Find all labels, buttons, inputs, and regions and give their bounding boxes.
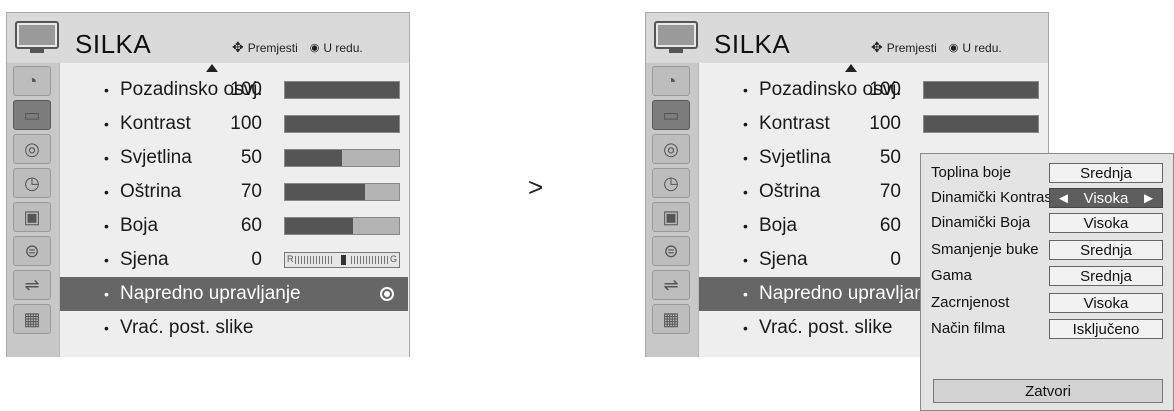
move-arrows-icon: ✥ [871, 39, 883, 55]
photo-icon[interactable]: ▦ [13, 304, 51, 334]
menu-item-picture-reset[interactable]: • Vrać. post. slike [60, 311, 408, 345]
input-icon[interactable]: ⇌ [13, 270, 51, 300]
option-icon[interactable]: ▣ [13, 202, 51, 232]
menu-item-backlight[interactable]: • Pozadinsko osvj. 100 [699, 73, 1047, 107]
option-value[interactable]: Visoka [1049, 213, 1163, 233]
popup-row-color-temperature[interactable]: Toplina boje Srednja [921, 160, 1174, 185]
lock-icon[interactable]: ⊜ [13, 236, 51, 266]
audio-icon[interactable]: ◎ [13, 134, 51, 164]
option-value[interactable]: Srednja [1049, 163, 1163, 183]
ok-icon: ◉ [309, 42, 320, 54]
sharpness-bar[interactable] [284, 183, 400, 201]
lock-icon[interactable]: ⊜ [652, 236, 690, 266]
popup-row-dynamic-contrast[interactable]: Dinamički Kontrast ◄ Visoka ► [921, 185, 1174, 210]
menu-item-color[interactable]: • Boja 60 [60, 209, 408, 243]
scroll-up-icon[interactable] [206, 64, 218, 72]
audio-icon[interactable]: ◎ [652, 134, 690, 164]
brightness-bar[interactable] [284, 149, 400, 167]
option-value-selector[interactable]: ◄ Visoka ► [1049, 188, 1163, 208]
satellite-icon[interactable]: ◔ [652, 66, 690, 96]
backlight-bar[interactable] [284, 81, 400, 99]
option-value[interactable]: Visoka [1049, 293, 1163, 313]
right-arrow-icon[interactable]: ► [1141, 190, 1156, 207]
step-arrow: > [528, 172, 544, 202]
color-bar[interactable] [284, 217, 400, 235]
category-sidebar: ◔ ▭ ◎ ◷ ▣ ⊜ ⇌ ▦ [7, 63, 59, 357]
picture-icon[interactable]: ▭ [652, 100, 690, 130]
option-value[interactable]: Srednja [1049, 240, 1163, 260]
option-value[interactable]: Isključeno [1049, 319, 1163, 339]
menu-title: SILKA [714, 29, 791, 59]
menu-item-advanced-control[interactable]: • Napredno upravljanje [60, 277, 408, 311]
clock-icon[interactable]: ◷ [652, 168, 690, 198]
popup-row-film-mode[interactable]: Način filma Isključeno [921, 316, 1174, 341]
menu-item-contrast[interactable]: • Kontrast 100 [60, 107, 408, 141]
menu-item-contrast[interactable]: • Kontrast 100 [699, 107, 1047, 141]
menu-content: • Pozadinsko osvj. 100 • Kontrast 100 • … [59, 63, 409, 357]
navigation-hint: ✥ Premjesti ◉ U redu. [871, 39, 1002, 55]
tint-slider-knob[interactable] [341, 255, 346, 265]
photo-icon[interactable]: ▦ [652, 304, 690, 334]
left-arrow-icon[interactable]: ◄ [1056, 190, 1071, 207]
menu-item-sharpness[interactable]: • Oštrina 70 [60, 175, 408, 209]
option-value[interactable]: Srednja [1049, 266, 1163, 286]
option-icon[interactable]: ▣ [652, 202, 690, 232]
category-sidebar: ◔ ▭ ◎ ◷ ▣ ⊜ ⇌ ▦ [646, 63, 698, 357]
ok-icon: ◉ [948, 42, 959, 54]
satellite-icon[interactable]: ◔ [13, 66, 51, 96]
tv-icon [654, 21, 698, 55]
menu-item-brightness[interactable]: • Svjetlina 50 [60, 141, 408, 175]
picture-menu-left: SILKA ✥ Premjesti ◉ U redu. ◔ ▭ ◎ ◷ ▣ ⊜ … [6, 12, 410, 357]
scroll-up-icon[interactable] [845, 64, 857, 72]
popup-row-black-level[interactable]: Zacrnjenost Visoka [921, 290, 1174, 315]
backlight-bar[interactable] [923, 81, 1039, 99]
contrast-bar[interactable] [923, 115, 1039, 133]
tint-slider[interactable]: R G [284, 252, 400, 268]
contrast-bar[interactable] [284, 115, 400, 133]
close-button[interactable]: Zatvori [933, 379, 1163, 403]
menu-title: SILKA [75, 29, 152, 59]
popup-row-noise-reduction[interactable]: Smanjenje buke Srednja [921, 237, 1174, 262]
navigation-hint: ✥ Premjesti ◉ U redu. [232, 39, 363, 55]
picture-icon[interactable]: ▭ [13, 100, 51, 130]
popup-row-gamma[interactable]: Gama Srednja [921, 263, 1174, 288]
menu-item-backlight[interactable]: • Pozadinsko osvj. 100 [60, 73, 408, 107]
clock-icon[interactable]: ◷ [13, 168, 51, 198]
input-icon[interactable]: ⇌ [652, 270, 690, 300]
advanced-control-popup: Toplina boje Srednja Dinamički Kontrast … [920, 153, 1174, 411]
menu-item-tint[interactable]: • Sjena 0 R G [60, 243, 408, 277]
tv-icon [15, 21, 59, 55]
popup-row-dynamic-color[interactable]: Dinamički Boja Visoka [921, 210, 1174, 235]
move-arrows-icon: ✥ [232, 39, 244, 55]
ok-indicator-icon [380, 287, 394, 301]
